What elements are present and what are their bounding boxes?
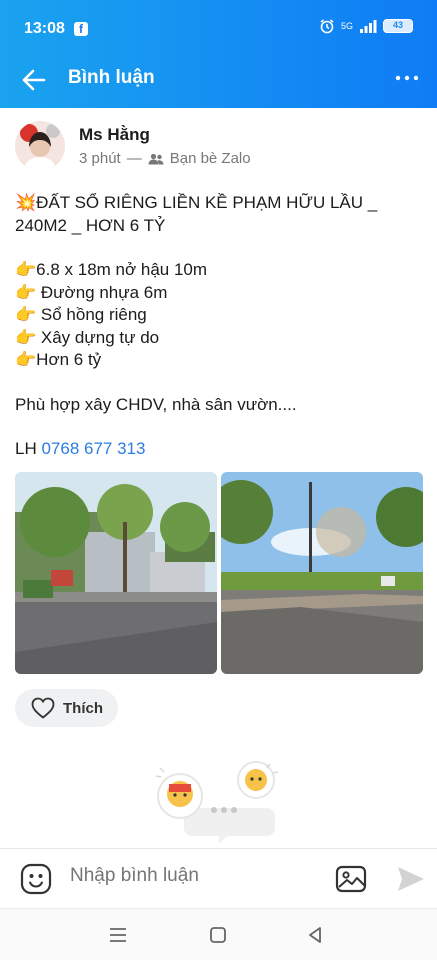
emoji-icon[interactable] bbox=[20, 863, 52, 895]
avatar[interactable] bbox=[15, 121, 65, 171]
status-bar: 13:08 f 5G 43 bbox=[0, 0, 437, 58]
status-icons: 5G 43 bbox=[319, 18, 413, 34]
friends-icon bbox=[148, 153, 164, 164]
nav-bar: Bình luận bbox=[0, 58, 437, 108]
back-arrow-icon[interactable] bbox=[20, 66, 48, 94]
post-line: Phù hợp xây CHDV, nhà sân vườn.... bbox=[15, 394, 297, 414]
battery-icon: 43 bbox=[383, 19, 413, 33]
facebook-notification-icon: f bbox=[74, 22, 88, 36]
post-line: 👉 Xây dựng tự do bbox=[15, 327, 160, 347]
comment-input[interactable] bbox=[70, 865, 320, 887]
post-line: 👉 Sổ hồng riêng bbox=[15, 305, 147, 324]
park-photo[interactable] bbox=[221, 472, 423, 674]
image-icon[interactable] bbox=[335, 863, 367, 895]
app-header: 13:08 f 5G 43 Bình luận bbox=[0, 0, 437, 108]
alarm-icon bbox=[320, 19, 334, 34]
like-label: Thích bbox=[63, 699, 103, 717]
empty-comments-illustration bbox=[150, 758, 285, 848]
more-options-icon[interactable] bbox=[395, 68, 419, 88]
home-icon[interactable] bbox=[208, 925, 228, 945]
contact-line: LH 0768 677 313 bbox=[15, 438, 425, 461]
author-name[interactable]: Ms Hằng bbox=[79, 125, 150, 145]
send-icon[interactable] bbox=[396, 865, 426, 893]
heart-icon bbox=[31, 697, 55, 719]
comment-composer bbox=[0, 848, 437, 908]
post-line: 👉Hơn 6 tỷ bbox=[15, 350, 102, 369]
post-headline: 💥ĐẤT SỔ RIÊNG LIỀN KỀ PHẠM HỮU LẦU _ 240… bbox=[15, 193, 378, 235]
post-line: 👉6.8 x 18m nở hậu 10m bbox=[15, 260, 208, 279]
post-meta: 3 phút — Bạn bè Zalo bbox=[79, 150, 251, 167]
back-icon[interactable] bbox=[305, 925, 325, 945]
like-button[interactable]: Thích bbox=[15, 689, 118, 727]
contact-prefix: LH bbox=[15, 439, 42, 458]
page-title: Bình luận bbox=[68, 67, 155, 88]
post-audience: Bạn bè Zalo bbox=[169, 150, 251, 167]
post-time: 3 phút bbox=[79, 150, 121, 167]
meta-separator: — bbox=[126, 150, 142, 167]
post-content: 💥ĐẤT SỔ RIÊNG LIỀN KỀ PHẠM HỮU LẦU _ 240… bbox=[15, 192, 425, 461]
status-time: 13:08 bbox=[24, 20, 65, 37]
street-photo[interactable] bbox=[15, 472, 217, 674]
network-label: 5G bbox=[340, 21, 353, 31]
signal-icon bbox=[360, 20, 377, 33]
menu-icon[interactable] bbox=[108, 925, 128, 945]
system-navigation-bar bbox=[0, 908, 437, 960]
photo-grid bbox=[15, 472, 423, 674]
post-line: 👉 Đường nhựa 6m bbox=[15, 282, 168, 302]
phone-link[interactable]: 0768 677 313 bbox=[41, 439, 145, 458]
